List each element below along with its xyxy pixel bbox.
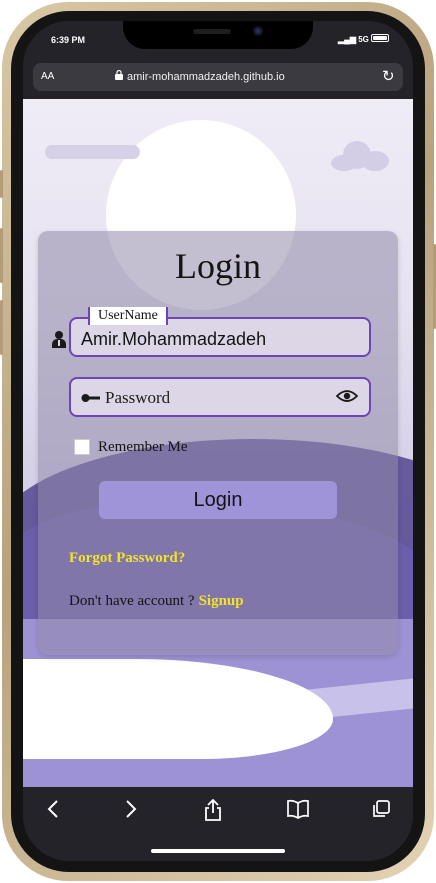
username-value: Amir.Mohammadzadeh bbox=[81, 329, 267, 349]
network-label: 5G bbox=[358, 35, 369, 44]
remember-checkbox[interactable] bbox=[74, 439, 90, 455]
no-account-text: Don't have account ? bbox=[69, 593, 195, 609]
password-placeholder: Password bbox=[105, 388, 171, 407]
url-text: amir-mohammadzadeh.github.io bbox=[127, 71, 285, 83]
status-bar: 6:39 PM ▂▄▆ 5G bbox=[23, 21, 413, 65]
lock-icon bbox=[115, 69, 123, 83]
background-cloud bbox=[45, 145, 140, 159]
login-title: Login bbox=[175, 246, 261, 286]
login-button[interactable]: Login bbox=[99, 481, 337, 519]
camera bbox=[253, 26, 263, 36]
signal-bars-icon: ▂▄▆ bbox=[338, 35, 356, 44]
page-content: Login UserName Amir.Mohammadzadeh Passwo… bbox=[23, 99, 413, 787]
text-size-button[interactable]: AA bbox=[41, 71, 54, 82]
signup-link[interactable]: Signup bbox=[199, 593, 244, 609]
share-icon[interactable] bbox=[198, 798, 228, 823]
browser-toolbar bbox=[23, 787, 413, 861]
bookmarks-icon[interactable] bbox=[283, 799, 313, 823]
key-icon bbox=[81, 391, 101, 403]
url-display[interactable]: amir-mohammadzadeh.github.io bbox=[115, 69, 285, 83]
username-legend: UserName bbox=[88, 307, 168, 325]
password-field[interactable]: Password bbox=[69, 377, 371, 417]
login-panel: Login UserName Amir.Mohammadzadeh Passwo… bbox=[38, 231, 398, 655]
eye-icon[interactable] bbox=[335, 388, 359, 404]
remember-label: Remember Me bbox=[98, 439, 188, 455]
phone-volume-up bbox=[0, 228, 3, 283]
tabs-icon[interactable] bbox=[366, 799, 396, 823]
user-icon bbox=[51, 330, 67, 348]
phone-side-button bbox=[0, 170, 3, 198]
status-time: 6:39 PM bbox=[51, 35, 86, 45]
username-field[interactable]: UserName Amir.Mohammadzadeh bbox=[69, 307, 371, 357]
phone-screen: 6:39 PM ▂▄▆ 5G AA amir-mohammadzadeh.git… bbox=[23, 21, 413, 861]
home-indicator bbox=[151, 849, 285, 853]
battery-icon bbox=[371, 34, 389, 42]
speaker bbox=[193, 29, 231, 34]
forgot-password-link[interactable]: Forgot Password? bbox=[69, 550, 185, 567]
background-cloud bbox=[331, 137, 391, 177]
signal-indicator: ▂▄▆ 5G bbox=[338, 35, 369, 44]
reload-icon[interactable]: ↻ bbox=[382, 67, 395, 85]
no-account-row: Don't have account ? Signup bbox=[69, 593, 244, 610]
back-icon[interactable] bbox=[38, 799, 68, 823]
notch bbox=[123, 21, 313, 49]
phone-volume-down bbox=[0, 300, 3, 355]
forward-icon[interactable] bbox=[116, 799, 146, 823]
address-bar[interactable]: AA amir-mohammadzadeh.github.io ↻ bbox=[33, 63, 403, 91]
